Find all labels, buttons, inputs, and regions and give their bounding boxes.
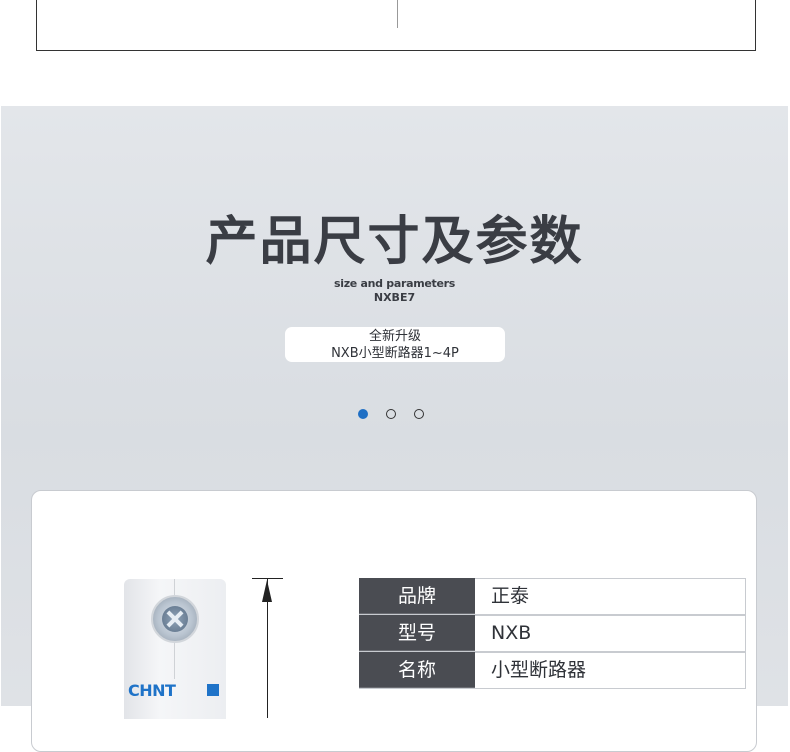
table-row: 名称 小型断路器 xyxy=(359,652,746,689)
param-key: 名称 xyxy=(359,652,475,688)
carousel-dot-1[interactable] xyxy=(358,409,368,419)
param-key: 型号 xyxy=(359,615,475,651)
logo-square-icon xyxy=(207,684,219,696)
param-value: 正泰 xyxy=(475,578,746,614)
parameter-table: 品牌 正泰 型号 NXB 名称 小型断路器 xyxy=(359,578,746,689)
param-key: 品牌 xyxy=(359,578,475,614)
top-spec-panel xyxy=(36,0,756,51)
carousel-dot-2[interactable] xyxy=(386,409,396,419)
product-spec-card: CHNT 品牌 正泰 型号 NXB 名称 小型断路器 xyxy=(31,490,757,752)
model-code: NXBE7 xyxy=(373,291,416,304)
section-title: 产品尺寸及参数 xyxy=(205,212,584,272)
table-row: 型号 NXB xyxy=(359,615,746,652)
upgrade-badge: 全新升级 NXB小型断路器1~4P xyxy=(285,327,505,362)
param-value: 小型断路器 xyxy=(475,652,746,688)
screw-head xyxy=(162,606,188,632)
table-row: 品牌 正泰 xyxy=(359,578,746,615)
badge-line-2: NXB小型断路器1~4P xyxy=(331,346,459,361)
carousel-indicator xyxy=(358,409,424,419)
carousel-dot-3[interactable] xyxy=(414,409,424,419)
chnt-logo: CHNT xyxy=(128,681,176,700)
breaker-image: CHNT xyxy=(124,579,226,719)
screw-icon xyxy=(151,595,199,643)
panel-divider xyxy=(397,0,398,28)
param-value: NXB xyxy=(475,615,746,651)
section-subtitle-en: size and parameters xyxy=(333,277,456,290)
arrow-up-icon xyxy=(262,580,272,602)
badge-line-1: 全新升级 xyxy=(368,329,421,344)
